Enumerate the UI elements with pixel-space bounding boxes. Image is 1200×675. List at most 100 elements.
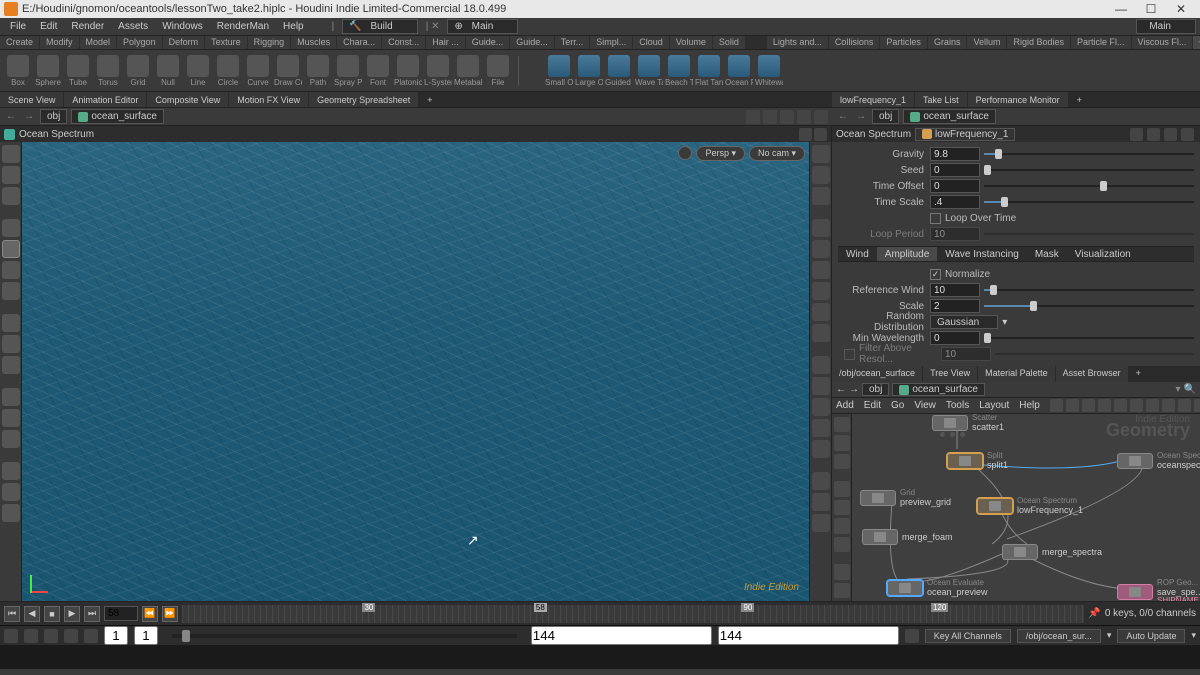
- shelf-tab[interactable]: Muscles: [291, 36, 336, 49]
- viewport-camera-dropdown[interactable]: No cam ▾: [749, 146, 805, 161]
- timeline-stop-button[interactable]: ■: [44, 606, 60, 622]
- net-menu-edit[interactable]: Edit: [864, 400, 881, 411]
- tool-metaball[interactable]: Metaball: [454, 55, 482, 87]
- net-tab[interactable]: Material Palette: [978, 366, 1055, 382]
- shelf-tab[interactable]: Modify: [40, 36, 79, 49]
- display-opt-icon[interactable]: [812, 166, 830, 184]
- menu-windows[interactable]: Windows: [156, 19, 209, 34]
- net-side-icon[interactable]: [834, 435, 850, 450]
- take-dropdown[interactable]: Main: [1136, 19, 1196, 34]
- pin-icon[interactable]: 📌: [1088, 608, 1100, 619]
- shelf-tab[interactable]: Rigid Bodies: [1007, 36, 1070, 49]
- node-split1[interactable]: Splitsplit1: [947, 452, 1008, 470]
- tool-font[interactable]: Font: [364, 55, 392, 87]
- menu-assets[interactable]: Assets: [112, 19, 154, 34]
- shelf-tab[interactable]: Chara...: [337, 36, 381, 49]
- desktop-dropdown[interactable]: 🔨 Build: [342, 19, 417, 34]
- key-icon[interactable]: [84, 629, 98, 643]
- param-tab-amplitude[interactable]: Amplitude: [877, 247, 937, 261]
- tool-small-ocean[interactable]: Small Ocean: [545, 55, 573, 87]
- viewport-3d[interactable]: Persp ▾ No cam ▾ Indie Edition: [22, 142, 809, 601]
- snap-tool-icon[interactable]: [2, 261, 20, 279]
- tool-lsystem[interactable]: L-System: [424, 55, 452, 87]
- param-time-offset-input[interactable]: [930, 179, 980, 193]
- timeline-last-button[interactable]: ⏭: [84, 606, 100, 622]
- shelf-tab[interactable]: Lights and...: [767, 36, 828, 49]
- net-side-icon[interactable]: [834, 583, 850, 598]
- shelf-tab[interactable]: Solid: [713, 36, 745, 49]
- net-side-icon[interactable]: [834, 481, 850, 496]
- param-tab-visualization[interactable]: Visualization: [1067, 247, 1139, 261]
- shelf-tab[interactable]: Model: [80, 36, 117, 49]
- timeline-prev-button[interactable]: ◀: [24, 606, 40, 622]
- net-tab-add[interactable]: +: [1129, 366, 1148, 382]
- net-side-icon[interactable]: [834, 537, 850, 552]
- menu-renderman[interactable]: RenderMan: [211, 19, 275, 34]
- net-menu-view[interactable]: View: [914, 400, 936, 411]
- nav-back-icon[interactable]: ←: [836, 384, 846, 395]
- net-side-icon[interactable]: [834, 417, 850, 432]
- tool-flat-tank[interactable]: Flat Tank: [695, 55, 723, 87]
- shelf-tab-oceans[interactable]: Oceans: [1193, 36, 1200, 49]
- net-tool-icon[interactable]: [1146, 399, 1159, 412]
- camera-icon[interactable]: [2, 388, 20, 406]
- crumb-node[interactable]: ocean_surface: [892, 383, 985, 396]
- opt-icon[interactable]: [780, 110, 794, 124]
- opt-icon[interactable]: [797, 110, 811, 124]
- pin-icon[interactable]: [746, 110, 760, 124]
- tab-composite-view[interactable]: Composite View: [147, 92, 228, 107]
- tool-tube[interactable]: Tube: [64, 55, 92, 87]
- net-tool-icon[interactable]: [1066, 399, 1079, 412]
- param-normalize-checkbox[interactable]: ✓: [930, 269, 941, 280]
- net-menu-tools[interactable]: Tools: [946, 400, 969, 411]
- display-opt-icon[interactable]: [812, 514, 830, 532]
- tool-path[interactable]: Path: [304, 55, 332, 87]
- param-rand-dist-dropdown[interactable]: Gaussian: [930, 315, 998, 329]
- tool-draw-curve[interactable]: Draw Curve: [274, 55, 302, 87]
- timeline-play-button[interactable]: ▶: [64, 606, 80, 622]
- shelf-tab[interactable]: Grains: [928, 36, 967, 49]
- param-ref-wind-input[interactable]: [930, 283, 980, 297]
- net-tool-icon[interactable]: [1082, 399, 1095, 412]
- search-icon[interactable]: [1164, 128, 1177, 141]
- tool-guided-ocean[interactable]: Guided Ocean Layer: [605, 55, 633, 87]
- shelf-tab[interactable]: Cloud: [633, 36, 669, 49]
- shelf-tab[interactable]: Viscous Fl...: [1132, 36, 1193, 49]
- param-gravity-slider[interactable]: [984, 147, 1194, 161]
- param-min-wl-slider[interactable]: [984, 331, 1194, 345]
- arrow-tool-icon[interactable]: [2, 219, 20, 237]
- param-scale-input[interactable]: [930, 299, 980, 313]
- net-tool-icon[interactable]: [1050, 399, 1063, 412]
- timeline-step-button[interactable]: ⏩: [162, 606, 178, 622]
- param-scale-slider[interactable]: [984, 299, 1194, 313]
- net-side-icon[interactable]: [834, 454, 850, 469]
- param-menu-icon[interactable]: ▾: [1002, 317, 1007, 328]
- node-preview-grid[interactable]: Gridpreview_grid: [860, 489, 951, 507]
- timeline-first-button[interactable]: ⏮: [4, 606, 20, 622]
- viewport-persp-dropdown[interactable]: Persp ▾: [696, 146, 745, 161]
- nav-fwd-icon[interactable]: →: [849, 384, 859, 395]
- shelf-tab[interactable]: Simpl...: [590, 36, 632, 49]
- tool-wave-tank[interactable]: Wave Tank: [635, 55, 663, 87]
- tab-scene-view[interactable]: Scene View: [0, 92, 63, 107]
- crumb-node[interactable]: ocean_surface: [71, 109, 164, 124]
- nav-fwd-icon[interactable]: →: [22, 110, 36, 124]
- node-scatter1[interactable]: Scatterscatter1: [932, 414, 1004, 432]
- tool-large-ocean[interactable]: Large Ocean: [575, 55, 603, 87]
- key-icon[interactable]: [64, 629, 78, 643]
- tool-sphere[interactable]: Sphere: [34, 55, 62, 87]
- tab-geometry-spreadsheet[interactable]: Geometry Spreadsheet: [309, 92, 418, 107]
- tab-take-list[interactable]: Take List: [915, 92, 967, 107]
- net-menu-help[interactable]: Help: [1019, 400, 1040, 411]
- menu-file[interactable]: File: [4, 19, 32, 34]
- param-ref-wind-slider[interactable]: [984, 283, 1194, 297]
- net-side-icon[interactable]: [834, 518, 850, 533]
- shelf-tab[interactable]: Particle Fl...: [1071, 36, 1131, 49]
- range-end-input2[interactable]: [718, 626, 899, 645]
- key-icon[interactable]: [4, 629, 18, 643]
- tab-add[interactable]: +: [1069, 92, 1090, 107]
- display-opt-icon[interactable]: [812, 377, 830, 395]
- inspect-icon[interactable]: [2, 356, 20, 374]
- display-opt-icon[interactable]: [812, 282, 830, 300]
- timeline-track[interactable]: 30 58 90 120: [182, 605, 1084, 623]
